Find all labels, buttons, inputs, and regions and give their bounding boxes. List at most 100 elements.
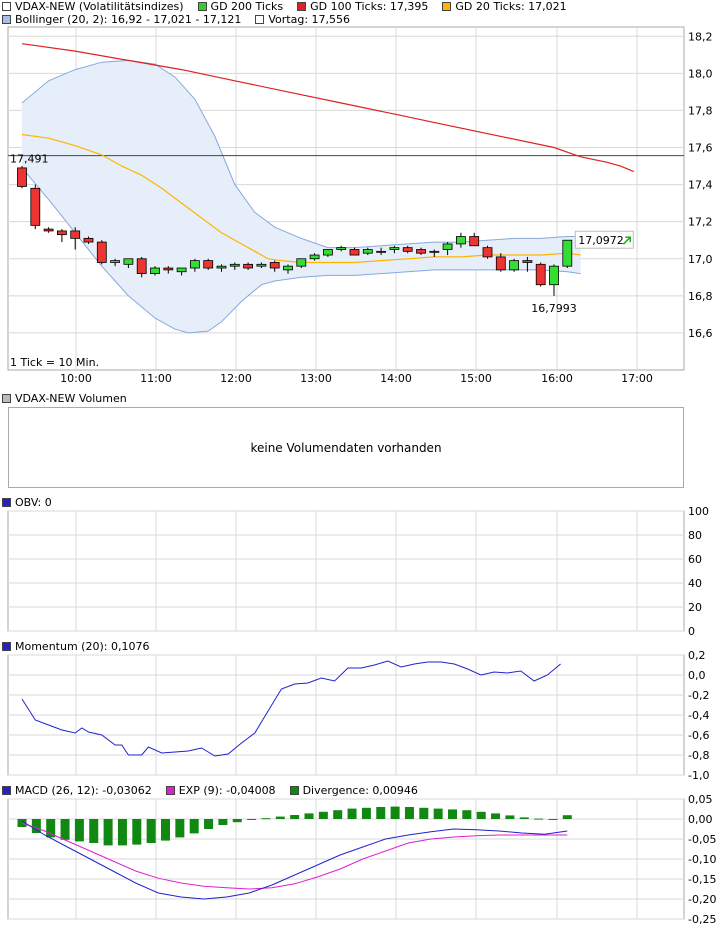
candle-body	[509, 260, 520, 271]
legend-vdax-label: VDAX-NEW (Volatilitätsindizes)	[15, 0, 184, 13]
candle-body	[522, 260, 533, 263]
divergence-bar	[89, 819, 99, 843]
divergence-bar	[189, 819, 199, 834]
last-value-box	[574, 230, 634, 249]
legend-bollinger: Bollinger (20, 2): 16,92 - 17,021 - 17,1…	[2, 13, 241, 26]
candle-body	[283, 265, 293, 271]
divergence-bar	[218, 819, 228, 825]
legend-main-row2: Bollinger (20, 2): 16,92 - 17,021 - 17,1…	[2, 13, 364, 26]
legend-swatch-bollinger	[2, 15, 11, 24]
candle-body	[549, 265, 559, 286]
candle-body	[83, 237, 94, 243]
divergence-bar	[318, 811, 328, 819]
obv-plot-frame	[7, 510, 685, 632]
legend-gd100: GD 100 Ticks: 17,395	[297, 0, 428, 13]
legend-gd20-label: GD 20 Ticks: 17,021	[455, 0, 567, 13]
y-tick-label: 17,2	[688, 216, 713, 229]
legend-momentum: Momentum (20): 0,1076	[2, 640, 163, 653]
volume-panel: keine Volumendaten vorhanden	[8, 407, 684, 488]
legend-gd20: GD 20 Ticks: 17,021	[442, 0, 567, 13]
legend-vortag: Vortag: 17,556	[255, 13, 350, 26]
macd-y-tick-label: -0,10	[688, 853, 716, 866]
legend-momentum-label: Momentum (20): 0,1076	[15, 640, 150, 653]
candle-body	[17, 167, 27, 187]
obv-y-tick-label: 100	[688, 505, 709, 518]
legend-macd-item: MACD (26, 12): -0,03062	[2, 784, 152, 797]
candle-body	[203, 260, 214, 269]
legend-swatch-obv	[2, 498, 11, 507]
divergence-bar	[347, 808, 357, 819]
divergence-bar	[534, 818, 544, 820]
y-tick-label: 17,4	[688, 179, 713, 192]
y-tick-label: 16,8	[688, 290, 713, 303]
candle-body	[70, 230, 81, 239]
candle-body	[322, 249, 333, 256]
macd-y-tick-label: -0,20	[688, 893, 716, 906]
macd-y-tick-label: -0,15	[688, 873, 716, 886]
legend-vdax: VDAX-NEW (Volatilitätsindizes)	[2, 0, 184, 13]
obv-y-tick-label: 40	[688, 577, 702, 590]
candle-body	[150, 267, 160, 274]
momentum-y-tick-label: 0,2	[688, 649, 706, 662]
candle-body	[96, 241, 107, 263]
price-plot-frame	[7, 26, 685, 371]
legend-bollinger-label: Bollinger (20, 2): 16,92 - 17,021 - 17,1…	[15, 13, 242, 26]
no-volume-message: keine Volumendaten vorhanden	[250, 440, 442, 455]
legend-divergence-item: Divergence: 0,00946	[289, 784, 418, 797]
up-arrow-icon	[622, 236, 632, 245]
candle-body	[43, 228, 54, 232]
legend-obv-item: OBV: 0	[2, 496, 52, 509]
candle-body	[216, 265, 227, 269]
candle-body	[163, 267, 174, 271]
divergence-bar	[103, 819, 113, 846]
x-tick-label: 14:00	[380, 372, 412, 385]
candle-body	[309, 254, 320, 260]
candle-body	[362, 249, 373, 254]
candle-body	[482, 247, 493, 258]
legend-macd-row: MACD (26, 12): -0,03062 EXP (9): -0,0400…	[2, 784, 432, 797]
macd-y-tick-label: -0,25	[688, 913, 716, 926]
momentum-y-tick-label: -0,6	[688, 729, 709, 742]
x-tick-label: 11:00	[140, 372, 172, 385]
divergence-bar	[505, 815, 515, 819]
x-tick-label: 12:00	[220, 372, 252, 385]
candle-body	[229, 263, 240, 267]
candle-body	[30, 187, 41, 226]
legend-volume-item: VDAX-NEW Volumen	[2, 392, 127, 405]
x-tick-label: 15:00	[460, 372, 492, 385]
momentum-y-tick-label: -0,4	[688, 709, 709, 722]
divergence-bar	[175, 819, 185, 838]
divergence-bar	[204, 819, 214, 829]
legend-swatch-vortag	[255, 15, 265, 24]
gd100-line	[21, 43, 635, 173]
divergence-bar	[261, 818, 271, 820]
x-tick-label: 13:00	[300, 372, 332, 385]
legend-momentum-item: Momentum (20): 0,1076	[2, 640, 149, 653]
legend-swatch-gd20	[442, 2, 452, 11]
momentum-plot-frame	[7, 654, 685, 776]
divergence-bar	[60, 819, 70, 840]
legend-swatch-gd100	[297, 2, 307, 11]
obv-y-tick-label: 0	[688, 625, 695, 638]
legend-volume: VDAX-NEW Volumen	[2, 392, 141, 405]
legend-swatch-macd	[2, 786, 11, 795]
obv-y-tick-label: 60	[688, 553, 702, 566]
divergence-bar	[275, 816, 285, 819]
legend-swatch-candle	[2, 2, 11, 11]
macd-line	[21, 820, 568, 900]
macd-y-tick-label: -0,05	[688, 833, 716, 846]
legend-main-row1: VDAX-NEW (Volatilitätsindizes) GD 200 Ti…	[2, 0, 581, 13]
divergence-bar	[117, 819, 127, 846]
legend-volume-label: VDAX-NEW Volumen	[15, 392, 127, 405]
candle-body	[123, 258, 134, 265]
candle-body	[562, 239, 573, 267]
legend-swatch-divergence	[289, 786, 299, 795]
y-tick-label: 17,6	[688, 142, 713, 155]
y-tick-label: 17,8	[688, 104, 713, 117]
candle-body	[389, 247, 400, 250]
momentum-line	[21, 660, 561, 757]
candle-body	[535, 263, 546, 286]
candle-body	[136, 258, 147, 274]
candle-body	[429, 250, 440, 253]
candle-body	[495, 256, 506, 271]
